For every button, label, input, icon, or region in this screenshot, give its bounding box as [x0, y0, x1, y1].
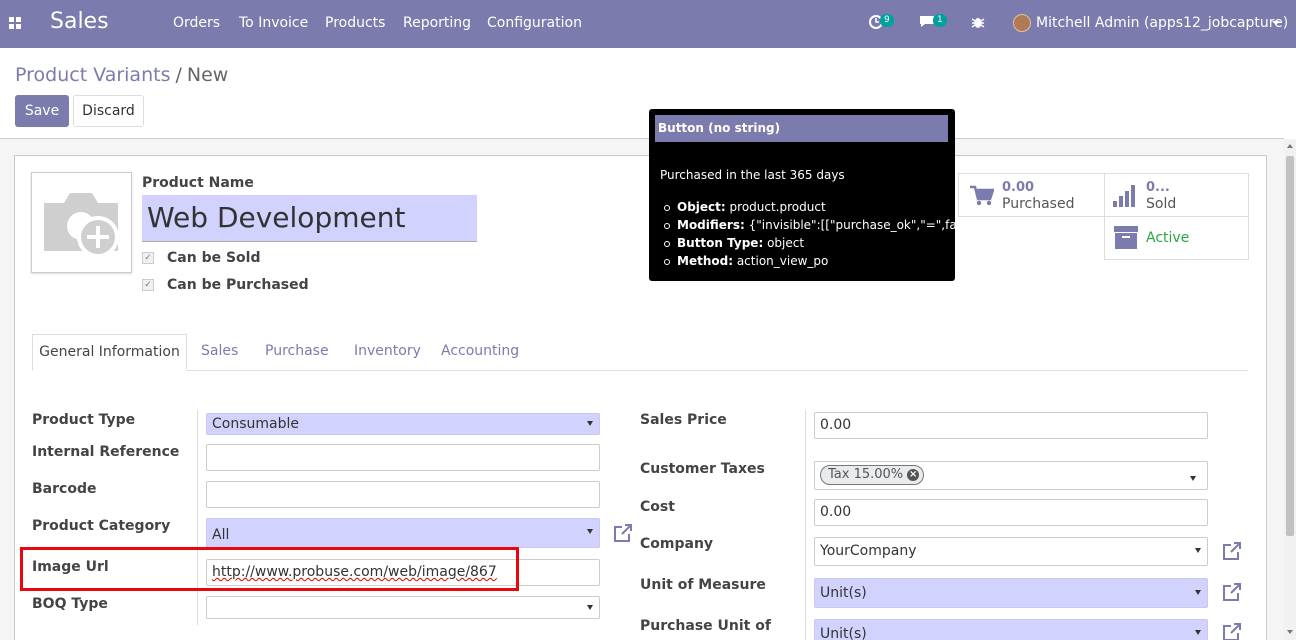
scroll-down-arrow-icon[interactable] [1287, 630, 1293, 634]
can-be-sold-label: Can be Sold [167, 250, 261, 266]
internal-reference-input[interactable] [206, 444, 600, 471]
tooltip-item: Button Type: object [663, 235, 991, 253]
active-label: Active [1146, 230, 1190, 246]
menu-to-invoice[interactable]: To Invoice [239, 15, 308, 31]
customer-taxes-caret-icon[interactable] [1190, 476, 1196, 481]
activity-badge: 9 [880, 14, 894, 27]
debug-tooltip: Button (no string) Purchased in the last… [649, 109, 991, 281]
barcode-input[interactable] [206, 481, 600, 508]
tooltip-item: Modifiers: {"invisible":[["purchase_ok",… [663, 217, 991, 235]
product-category-label: Product Category [32, 518, 171, 534]
scroll-thumb[interactable] [1286, 156, 1294, 536]
top-navbar: Sales Orders To Invoice Products Reporti… [0, 0, 1296, 48]
customer-taxes-label: Customer Taxes [640, 461, 765, 477]
tax-tag: Tax 15.00% × [820, 465, 925, 485]
breadcrumb-parent[interactable]: Product Variants [15, 64, 170, 86]
tab-sales[interactable]: Sales [201, 334, 238, 371]
debug-bug-icon[interactable] [970, 14, 986, 34]
discard-button[interactable]: Discard [73, 95, 144, 127]
page-scrollbar[interactable] [1284, 139, 1296, 640]
boq-type-label: BOQ Type [32, 596, 108, 612]
messages-badge: 1 [933, 14, 947, 27]
sales-price-label: Sales Price [640, 412, 727, 428]
apps-menu-icon[interactable] [9, 17, 21, 29]
menu-configuration[interactable]: Configuration [487, 15, 582, 31]
purchase-uom-select[interactable]: Unit(s) [814, 619, 1208, 640]
tab-inventory[interactable]: Inventory [354, 334, 421, 371]
internal-reference-label: Internal Reference [32, 444, 180, 460]
product-name-label: Product Name [142, 175, 254, 191]
sold-label: Sold [1146, 196, 1177, 212]
unit-of-measure-label: Unit of Measure [640, 577, 766, 593]
product-type-select[interactable]: Consumable [206, 413, 600, 435]
tooltip-details: Object: product.product Modifiers: {"inv… [663, 199, 991, 271]
cost-label: Cost [640, 499, 675, 515]
menu-reporting[interactable]: Reporting [403, 15, 471, 31]
breadcrumb: Product Variants / New [15, 64, 228, 86]
can-be-purchased-label: Can be Purchased [167, 277, 309, 293]
company-caret-icon[interactable] [1195, 548, 1201, 553]
tooltip-title: Button (no string) [655, 115, 948, 142]
sold-value: 0... [1146, 180, 1170, 195]
external-link-icon[interactable] [612, 522, 634, 544]
purchase-uom-caret-icon[interactable] [1195, 630, 1201, 635]
tab-purchase[interactable]: Purchase [265, 334, 329, 371]
purchased-label: Purchased [1002, 196, 1075, 212]
tax-tag-label: Tax 15.00% [828, 467, 904, 482]
breadcrumb-current: New [186, 64, 229, 86]
external-link-icon[interactable] [1221, 621, 1243, 640]
sales-price-input[interactable]: 0.00 [814, 412, 1208, 439]
user-avatar[interactable] [1013, 14, 1031, 32]
product-category-caret-icon[interactable] [587, 529, 593, 534]
product-image[interactable] [31, 172, 132, 273]
can-be-sold-checkbox[interactable]: ✓ [142, 252, 154, 264]
tooltip-description: Purchased in the last 365 days [660, 168, 845, 182]
unit-of-measure-caret-icon[interactable] [1195, 590, 1201, 595]
breadcrumb-separator: / [175, 64, 182, 86]
app-brand: Sales [50, 9, 109, 34]
archive-box-icon [1114, 226, 1138, 249]
cost-input[interactable]: 0.00 [814, 499, 1208, 526]
product-category-select[interactable]: All [206, 518, 600, 548]
product-name-input[interactable]: Web Development [142, 195, 477, 242]
product-type-caret-icon[interactable] [587, 421, 593, 426]
company-label: Company [640, 536, 714, 552]
remove-tag-icon[interactable]: × [907, 469, 920, 481]
right-column-divider [805, 410, 806, 640]
tooltip-item: Object: product.product [663, 199, 991, 217]
left-column-divider [197, 410, 198, 625]
save-button[interactable]: Save [15, 95, 69, 127]
menu-orders[interactable]: Orders [173, 15, 220, 31]
tab-accounting[interactable]: Accounting [441, 334, 519, 371]
user-menu-caret-icon[interactable] [1272, 21, 1280, 25]
tab-general-information[interactable]: General Information [32, 334, 187, 371]
signal-bars-icon [1113, 185, 1135, 207]
barcode-label: Barcode [32, 481, 97, 497]
menu-products[interactable]: Products [325, 15, 385, 31]
company-select[interactable]: YourCompany [814, 537, 1208, 566]
purchase-uom-label: Purchase Unit of [640, 618, 771, 634]
boq-type-caret-icon[interactable] [587, 605, 593, 610]
sold-smart-button[interactable]: 0... Sold [1104, 173, 1249, 217]
boq-type-select[interactable] [206, 596, 600, 619]
user-menu-name[interactable]: Mitchell Admin (apps12_jobcapture) [1036, 15, 1288, 31]
camera-plus-icon [44, 193, 119, 258]
scroll-up-arrow-icon[interactable] [1287, 144, 1293, 148]
highlight-box [20, 547, 519, 591]
active-toggle-button[interactable]: Active [1104, 216, 1249, 260]
purchased-value: 0.00 [1002, 180, 1035, 195]
product-type-label: Product Type [32, 412, 136, 428]
can-be-purchased-checkbox[interactable]: ✓ [142, 279, 154, 291]
external-link-icon[interactable] [1221, 540, 1243, 562]
unit-of-measure-select[interactable]: Unit(s) [814, 578, 1208, 608]
tooltip-item: Method: action_view_po [663, 253, 991, 271]
external-link-icon[interactable] [1221, 581, 1243, 603]
